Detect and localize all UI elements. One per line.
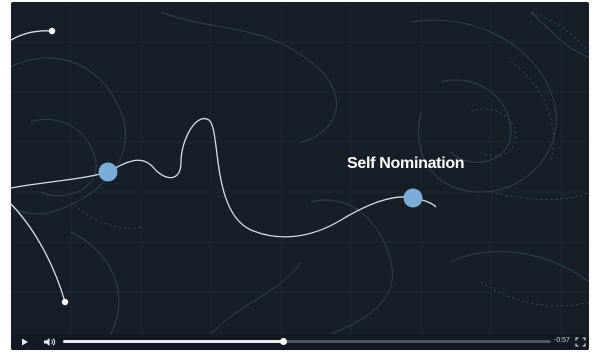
caption-self-nomination: Self Nomination	[347, 155, 465, 172]
fullscreen-icon[interactable]	[575, 337, 586, 347]
path-line-bottom	[11, 203, 66, 303]
video-canvas	[11, 2, 589, 334]
path-line-top	[11, 30, 53, 41]
grid-lines	[11, 2, 589, 334]
path-dot-bottom	[61, 298, 69, 306]
player-controls: -0:57	[11, 334, 589, 350]
timeline-path	[11, 117, 437, 238]
progress-fill	[63, 340, 283, 343]
progress-thumb[interactable]	[279, 338, 287, 345]
video-player[interactable]: Self Nomination -0:57	[11, 2, 589, 350]
contour-lines	[11, 11, 589, 334]
milestone-marker-self-nomination	[403, 188, 423, 208]
video-frame[interactable]: Self Nomination	[11, 2, 589, 334]
milestone-marker-left	[98, 162, 118, 182]
time-remaining: -0:57	[554, 337, 570, 344]
dashed-contours	[70, 11, 589, 307]
path-dot-top	[48, 27, 56, 35]
progress-bar[interactable]	[63, 338, 551, 345]
volume-icon[interactable]	[43, 337, 57, 347]
play-icon[interactable]	[20, 337, 30, 347]
